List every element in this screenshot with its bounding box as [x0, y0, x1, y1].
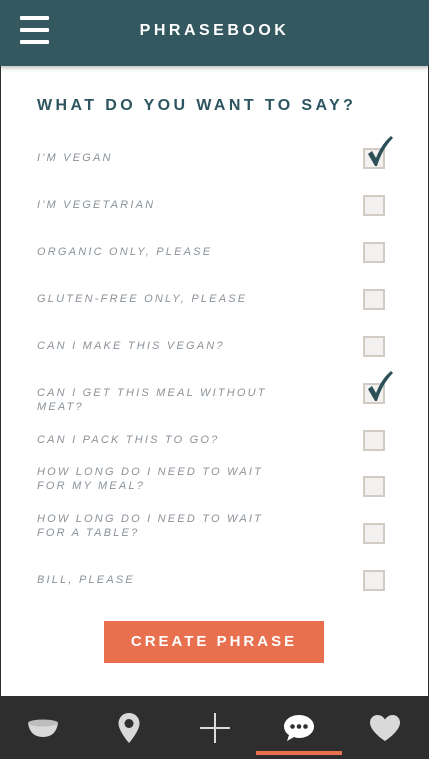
location-pin-icon: [118, 712, 140, 743]
phrase-label: CAN I PACK THIS TO GO?: [37, 434, 220, 446]
phrase-checkbox[interactable]: [363, 570, 385, 591]
phrase-checkbox[interactable]: [363, 430, 385, 451]
phrase-checkbox[interactable]: [363, 476, 385, 497]
phrase-label: CAN I MAKE THIS VEGAN?: [37, 340, 225, 352]
top-app-bar: PHRASEBOOK: [0, 0, 429, 66]
checkmark-icon: [368, 371, 393, 401]
phrase-label: GLUTEN-FREE ONLY, PLEASE: [37, 293, 248, 305]
chat-bubble-icon: [284, 714, 314, 741]
phrase-label: ORGANIC ONLY, PLEASE: [37, 246, 213, 258]
phrase-label: HOW LONG DO I NEED TO WAIT FOR MY MEAL?: [37, 466, 264, 492]
heart-icon: [370, 714, 400, 741]
nav-location[interactable]: [86, 696, 172, 759]
bottom-navigation: [0, 696, 429, 759]
phrase-checkbox[interactable]: [363, 289, 385, 310]
phrase-label: I'M VEGAN: [37, 152, 113, 164]
phrase-checkbox[interactable]: [363, 523, 385, 544]
bowl-icon: [28, 719, 58, 737]
phrase-checkbox[interactable]: [363, 336, 385, 357]
nav-favorites[interactable]: [342, 696, 428, 759]
phrase-label: HOW LONG DO I NEED TO WAIT FOR A TABLE?: [37, 513, 264, 539]
phrase-checkbox[interactable]: [363, 242, 385, 263]
create-phrase-button[interactable]: CREATE PHRASE: [104, 621, 324, 663]
active-tab-indicator: [256, 751, 342, 755]
app-title: PHRASEBOOK: [139, 22, 290, 39]
phrase-checkbox[interactable]: [363, 136, 393, 169]
checkmark-icon: [368, 136, 393, 166]
phrase-checkbox[interactable]: [363, 195, 385, 216]
plus-icon: [200, 712, 230, 743]
phrase-label: I'M VEGETARIAN: [37, 199, 156, 211]
nav-phrasebook[interactable]: [256, 696, 342, 759]
question-heading: WHAT DO YOU WANT TO SAY?: [37, 97, 357, 114]
phrase-label: CAN I GET THIS MEAL WITHOUT MEAT?: [37, 387, 267, 413]
phrase-checkbox[interactable]: [363, 371, 393, 404]
nav-bowl[interactable]: [0, 696, 86, 759]
phrase-label: BILL, PLEASE: [37, 574, 135, 586]
nav-add[interactable]: [172, 696, 258, 759]
